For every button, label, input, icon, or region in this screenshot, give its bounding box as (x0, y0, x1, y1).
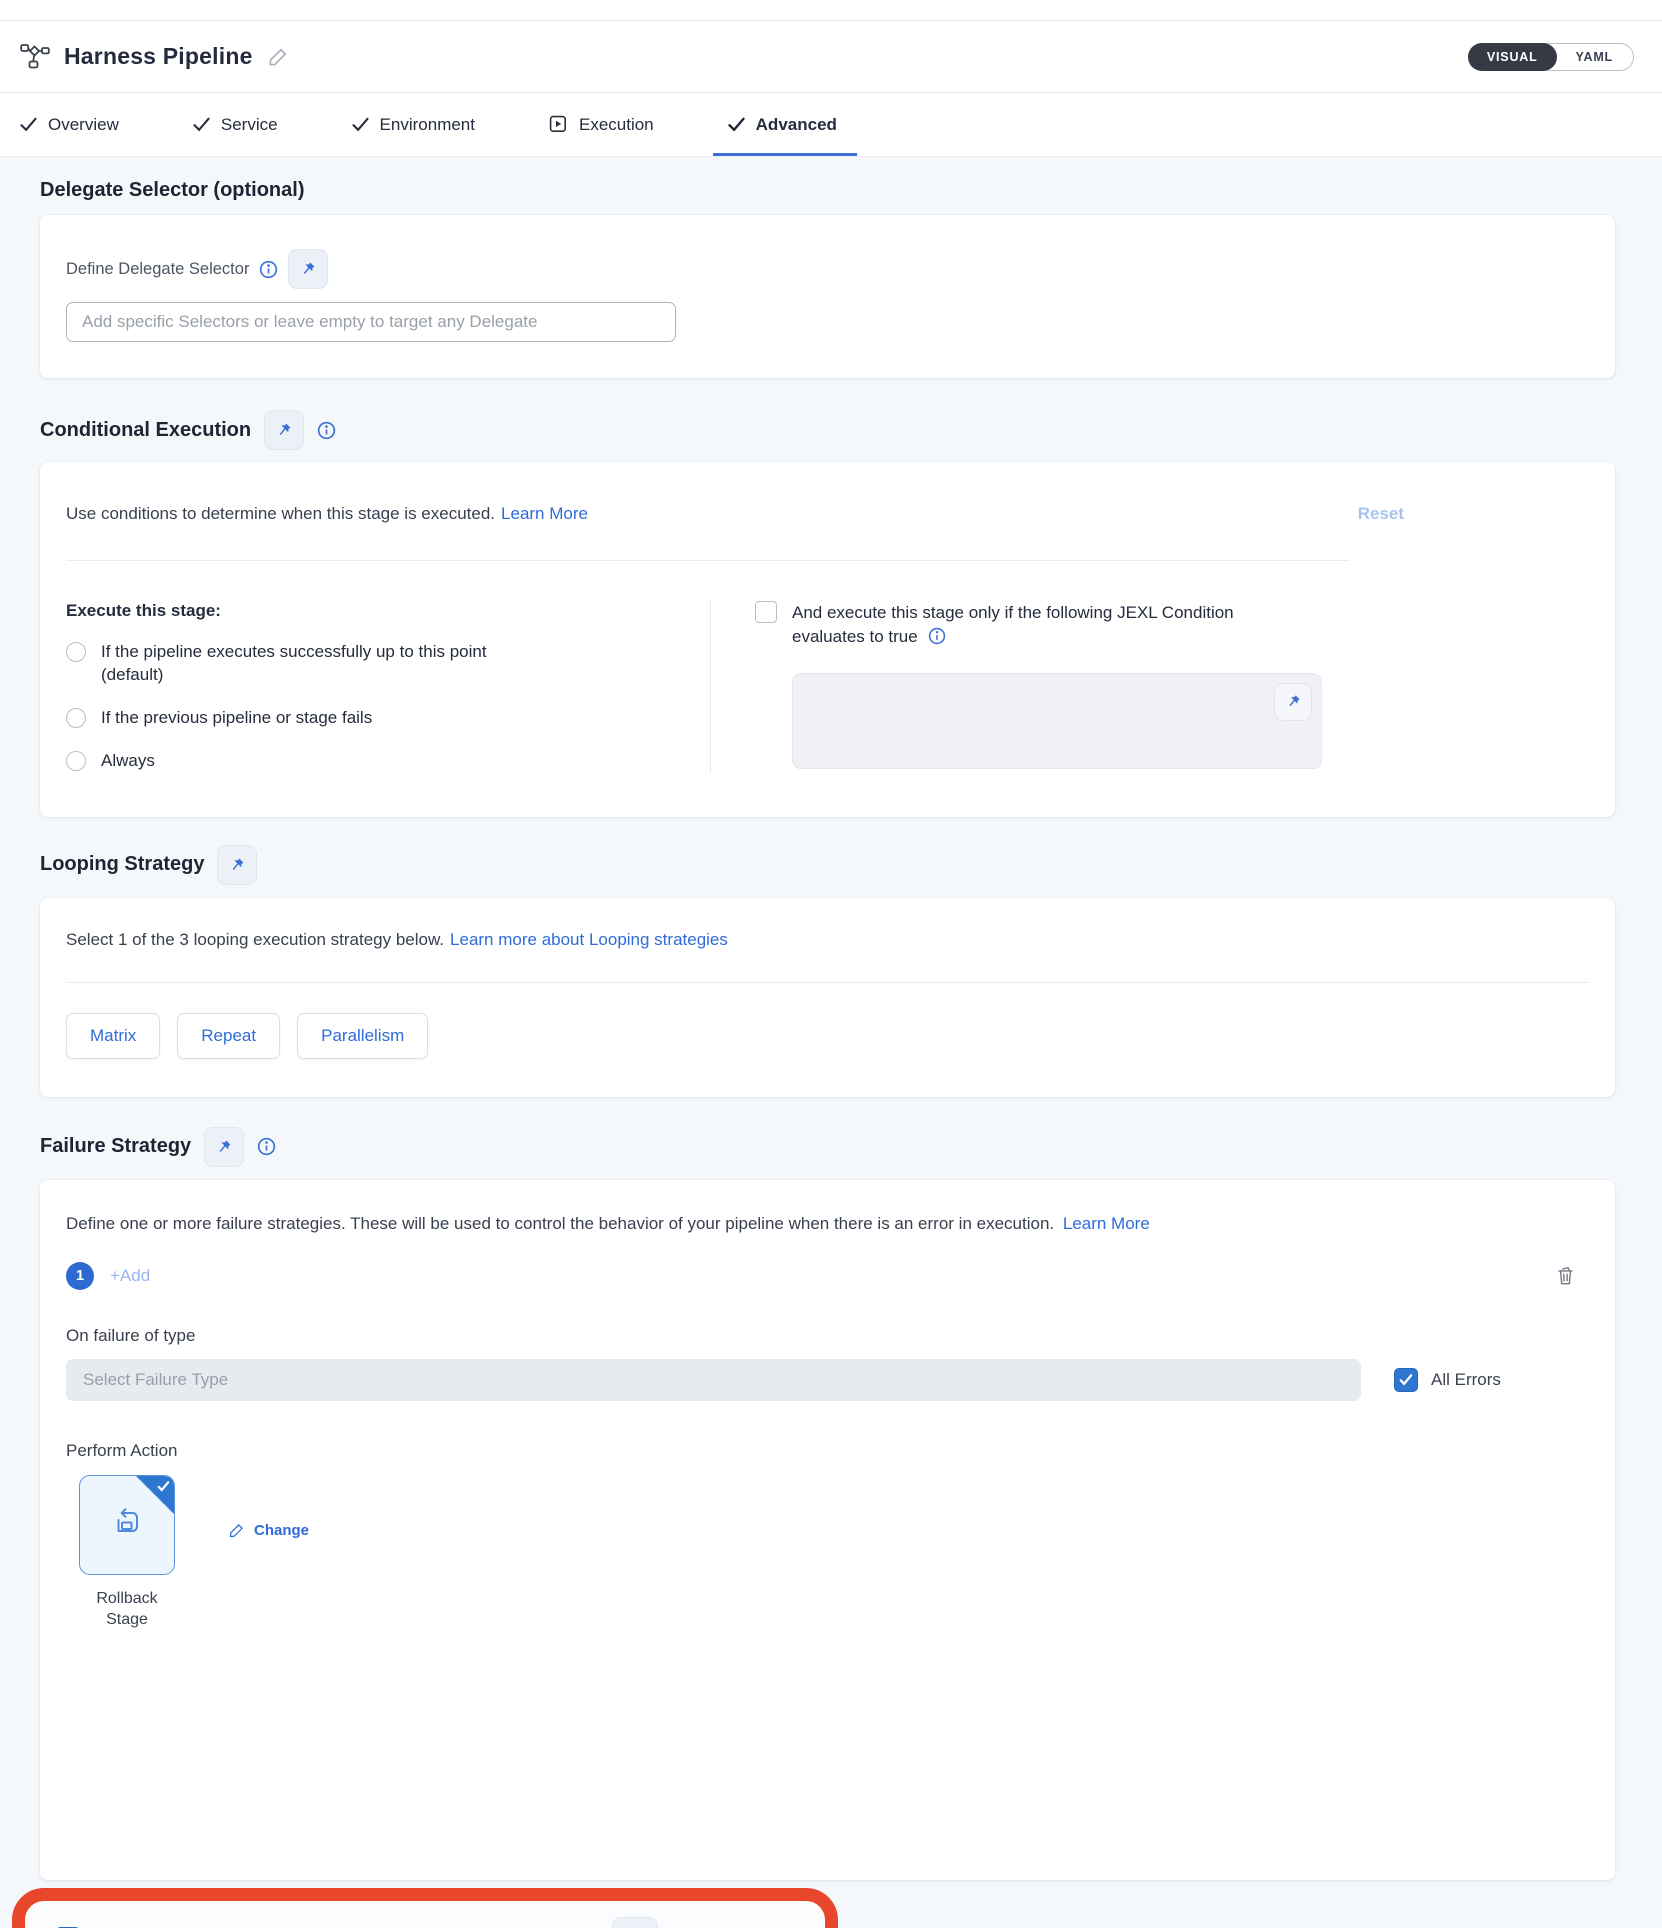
radio-label: Always (101, 750, 155, 773)
tab-label: Environment (380, 115, 475, 135)
add-failure-strategy-button[interactable]: +Add (110, 1266, 150, 1286)
check-icon (352, 117, 369, 132)
check-icon (20, 117, 37, 132)
looping-strategies-link[interactable]: Learn more about Looping strategies (450, 930, 728, 950)
selected-check-icon (157, 1479, 170, 1497)
info-icon[interactable] (317, 421, 336, 440)
divider (66, 982, 1589, 983)
failure-strategy-card: Define one or more failure strategies. T… (40, 1180, 1615, 1880)
edit-title-icon[interactable] (267, 46, 289, 68)
tab-service[interactable]: Service (193, 93, 278, 156)
tab-label: Execution (579, 115, 654, 135)
skip-instances-highlight: Skip instances with the same artifact ve… (12, 1888, 838, 1928)
repeat-button[interactable]: Repeat (177, 1013, 280, 1059)
failure-strategy-description: Define one or more failure strategies. T… (66, 1214, 1054, 1233)
execute-this-stage-label: Execute this stage: (66, 601, 680, 621)
top-strip (0, 0, 1662, 21)
define-delegate-selector-label: Define Delegate Selector (66, 260, 249, 279)
looping-strategy-heading: Looping Strategy (40, 853, 204, 876)
reset-link[interactable]: Reset (1358, 504, 1404, 524)
matrix-button[interactable]: Matrix (66, 1013, 160, 1059)
stage-tab-bar: Overview Service Environment Execution A… (0, 93, 1662, 157)
radio-icon[interactable] (66, 642, 86, 662)
tab-advanced[interactable]: Advanced (728, 93, 837, 156)
perform-action-label: Perform Action (66, 1441, 1589, 1461)
tab-label: Advanced (756, 115, 837, 135)
conditional-execution-description: Use conditions to determine when this st… (66, 504, 495, 524)
conditional-execution-card: Use conditions to determine when this st… (40, 462, 1615, 817)
tab-overview[interactable]: Overview (20, 93, 119, 156)
mode-toggle: VISUAL YAML (1468, 43, 1634, 71)
pin-runtime-input-button[interactable] (612, 1917, 658, 1928)
visual-toggle-button[interactable]: VISUAL (1468, 43, 1557, 71)
radio-label: If the pipeline executes successfully up… (101, 641, 531, 687)
select-failure-type-input[interactable] (66, 1359, 1361, 1401)
conditional-execution-heading: Conditional Execution (40, 419, 251, 442)
pipeline-icon (20, 43, 52, 71)
tab-label: Service (221, 115, 278, 135)
tab-label: Overview (48, 115, 119, 135)
delegate-selector-heading: Delegate Selector (optional) (40, 179, 1615, 202)
learn-more-link[interactable]: Learn More (501, 504, 588, 524)
delegate-selector-input[interactable] (66, 302, 676, 342)
rollback-stage-tile[interactable] (79, 1475, 175, 1575)
info-icon[interactable] (257, 1137, 276, 1156)
jexl-condition-label: And execute this stage only if the follo… (792, 603, 1234, 646)
failure-strategy-heading: Failure Strategy (40, 1135, 191, 1158)
change-action-link[interactable]: Change (228, 1522, 309, 1539)
failure-strategy-1-tab[interactable]: 1 (66, 1262, 94, 1290)
radio-label: If the previous pipeline or stage fails (101, 707, 372, 730)
change-link-label: Change (254, 1522, 309, 1539)
parallelism-button[interactable]: Parallelism (297, 1013, 428, 1059)
pin-runtime-input-button[interactable] (204, 1127, 244, 1167)
divider (66, 560, 1349, 561)
delete-strategy-icon[interactable] (1556, 1265, 1575, 1286)
tab-environment[interactable]: Environment (352, 93, 475, 156)
rollback-stage-label: Rollback Stage (84, 1588, 170, 1631)
learn-more-link[interactable]: Learn More (1063, 1214, 1150, 1233)
on-failure-of-type-label: On failure of type (66, 1326, 1589, 1346)
radio-option-always[interactable]: Always (66, 750, 680, 773)
pin-runtime-input-button[interactable] (288, 249, 328, 289)
jexl-condition-checkbox[interactable] (755, 601, 777, 623)
header-bar: Harness Pipeline VISUAL YAML (0, 21, 1662, 93)
info-icon[interactable] (259, 260, 278, 279)
yaml-toggle-button[interactable]: YAML (1556, 43, 1633, 71)
looping-strategy-description: Select 1 of the 3 looping execution stra… (66, 930, 444, 950)
radio-icon[interactable] (66, 751, 86, 771)
advanced-tab-content: Delegate Selector (optional) Define Dele… (0, 157, 1662, 1928)
all-errors-checkbox[interactable] (1394, 1368, 1418, 1392)
check-icon (728, 117, 745, 132)
check-icon (193, 117, 210, 132)
all-errors-label: All Errors (1431, 1370, 1501, 1390)
looping-strategy-card: Select 1 of the 3 looping execution stra… (40, 898, 1615, 1097)
radio-icon[interactable] (66, 708, 86, 728)
radio-option-success[interactable]: If the pipeline executes successfully up… (66, 641, 680, 687)
pin-runtime-input-button[interactable] (217, 845, 257, 885)
jexl-condition-input[interactable] (792, 673, 1322, 769)
execution-icon (549, 115, 568, 134)
info-icon[interactable] (928, 627, 946, 645)
pin-runtime-input-button[interactable] (1274, 683, 1312, 721)
pin-runtime-input-button[interactable] (264, 410, 304, 450)
delegate-selector-card: Define Delegate Selector (40, 215, 1615, 378)
radio-option-failure[interactable]: If the previous pipeline or stage fails (66, 707, 680, 730)
tab-execution[interactable]: Execution (549, 93, 654, 156)
page-title: Harness Pipeline (64, 43, 253, 70)
